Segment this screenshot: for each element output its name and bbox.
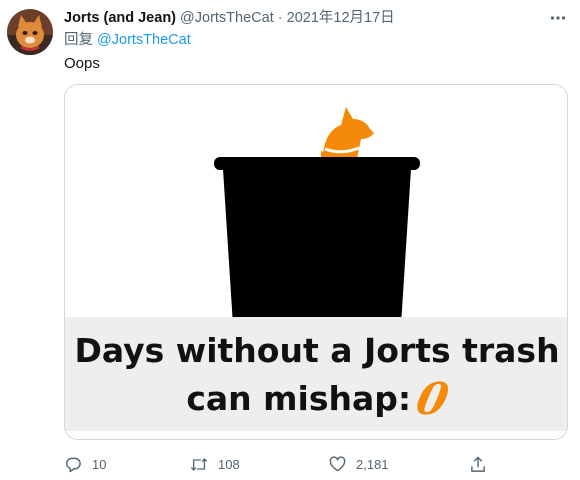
reply-count: 10 [92,456,107,472]
reply-button[interactable]: 10 [64,454,106,474]
share-icon [469,455,487,473]
header-separator: · [277,10,283,26]
avatar[interactable] [7,9,53,55]
tweet-text: Oops [64,55,100,72]
cat-icon [321,107,374,159]
reply-prefix: 回复 [64,32,93,48]
reply-icon [64,455,82,473]
caption-line-1: Days without a Jorts trash [74,331,560,370]
reply-context: 回复 @JortsTheCat [64,31,191,49]
like-button[interactable]: 2,181 [328,454,389,474]
like-count: 2,181 [356,456,389,472]
tweet-actions: 10 108 2,181 [64,454,485,474]
trash-can-icon [214,157,420,325]
timestamp[interactable]: 2021年12月17日 [287,10,395,26]
display-name[interactable]: Jorts (and Jean) [64,10,176,26]
retweet-icon [190,455,208,473]
cat-avatar-icon [7,9,53,55]
retweet-button[interactable]: 108 [190,454,240,474]
caption-line-2-text: can mishap: [186,379,412,418]
user-handle[interactable]: @JortsTheCat [180,10,274,26]
heart-icon [328,455,346,473]
counter-value: 0 [411,374,454,425]
tweet-card[interactable]: Jorts (and Jean) @JortsTheCat · 2021年12月… [0,0,580,480]
tweet-header: Jorts (and Jean) @JortsTheCat · 2021年12月… [64,9,395,27]
caption-line-2: can mishap:0 [65,374,567,425]
tweet-media-image[interactable]: Days without a Jorts trash can mishap:0 [64,84,568,440]
reply-target-link[interactable]: @JortsTheCat [97,32,191,48]
more-options-button[interactable] [546,6,570,30]
more-icon [550,16,566,20]
retweet-count: 108 [218,456,240,472]
share-button[interactable] [469,454,497,474]
